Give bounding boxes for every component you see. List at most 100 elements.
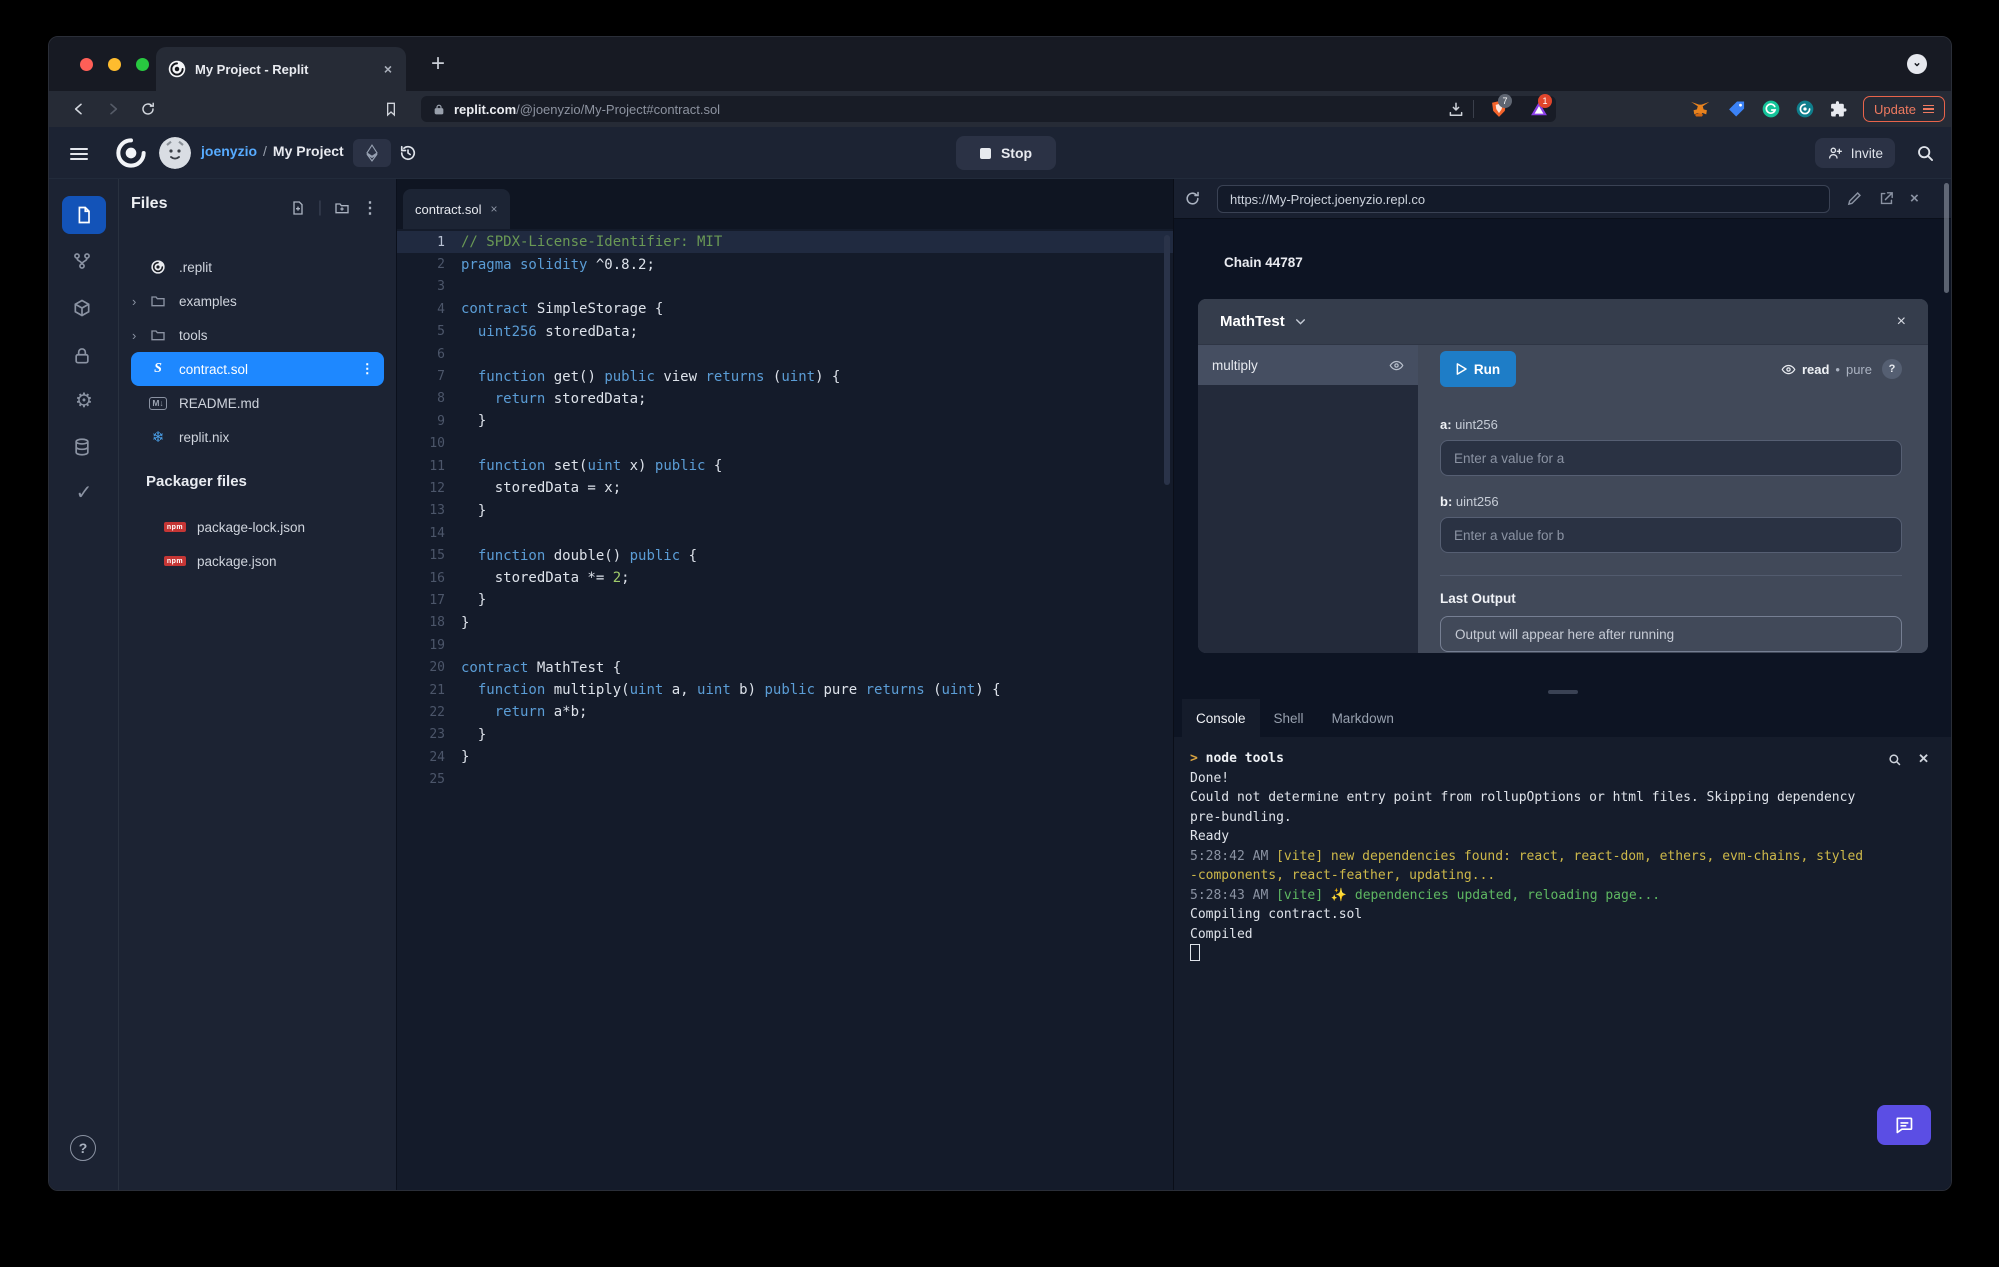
browser-update-button[interactable]: Update <box>1863 96 1945 122</box>
tag-extension-icon[interactable] <box>1727 99 1745 117</box>
chevron-down-icon[interactable] <box>1294 315 1307 328</box>
new-folder-icon[interactable] <box>334 200 350 216</box>
reload-icon[interactable] <box>140 101 156 117</box>
breadcrumb[interactable]: joenyzio / My Project <box>201 143 344 159</box>
code-line[interactable]: 5 uint256 storedData; <box>397 321 1173 343</box>
console-tab-shell[interactable]: Shell <box>1260 699 1318 737</box>
code-lines[interactable]: 1// SPDX-License-Identifier: MIT 2 pragma … <box>397 231 1173 791</box>
zoom-window-button[interactable] <box>136 58 149 71</box>
webview-edit-pencil-icon[interactable] <box>1846 190 1863 207</box>
code-line[interactable]: 10 <box>397 433 1173 455</box>
file-item-package-lock-json[interactable]: npm package-lock.json <box>131 510 384 544</box>
new-tab-button[interactable]: + <box>431 49 445 79</box>
webview-reload-icon[interactable] <box>1184 190 1201 207</box>
code-line[interactable]: 23 } <box>397 724 1173 746</box>
code-line[interactable]: 6 <box>397 343 1173 365</box>
code-line[interactable]: 8 return storedData; <box>397 388 1173 410</box>
grammarly-extension-icon[interactable] <box>1761 99 1780 118</box>
close-window-button[interactable] <box>80 58 93 71</box>
code-line[interactable]: 11 function set(uint x) public { <box>397 455 1173 477</box>
code-line[interactable]: 1// SPDX-License-Identifier: MIT <box>397 231 1173 254</box>
rail-item-packages[interactable] <box>72 298 96 322</box>
chat-fab[interactable] <box>1877 1105 1931 1145</box>
code-line[interactable]: 13 } <box>397 500 1173 522</box>
param-a-input[interactable] <box>1440 440 1902 476</box>
editor-tab-close-icon[interactable]: × <box>490 202 497 216</box>
webview-close-icon[interactable]: × <box>1910 190 1927 207</box>
contract-name[interactable]: MathTest <box>1220 313 1285 330</box>
code-line[interactable]: 3 <box>397 276 1173 298</box>
forward-icon[interactable] <box>105 101 121 117</box>
breadcrumb-project[interactable]: My Project <box>273 143 344 159</box>
replit-extension-icon[interactable] <box>1795 99 1814 118</box>
code-line[interactable]: 15 function double() public { <box>397 544 1173 566</box>
rail-item-secrets[interactable] <box>72 346 96 370</box>
console-tab-console[interactable]: Console <box>1182 699 1260 737</box>
file-item-tools[interactable]: › tools <box>131 318 384 352</box>
rail-item-checks-icon[interactable]: ✓ <box>72 481 96 505</box>
file-item-contract-sol[interactable]: Scontract.sol ⋮ <box>131 352 384 386</box>
file-item-replit-nix[interactable]: ❄ replit.nix <box>131 420 384 454</box>
page-scrollbar[interactable] <box>1944 183 1949 293</box>
hamburger-menu-icon[interactable] <box>70 145 88 163</box>
file-menu-kebab-icon[interactable]: ⋮ <box>361 361 375 377</box>
file-item-readme-md[interactable]: M↓ README.md <box>131 386 384 420</box>
tab-search-button[interactable]: ⌄ <box>1907 54 1927 74</box>
rail-item-files[interactable] <box>62 196 106 234</box>
code-line[interactable]: 2 pragma solidity ^0.8.2; <box>397 253 1173 275</box>
run-button[interactable]: Run <box>1440 351 1516 387</box>
help-button[interactable]: ? <box>70 1135 96 1161</box>
invite-button[interactable]: Invite <box>1814 138 1895 168</box>
webview-open-external-icon[interactable] <box>1878 190 1895 207</box>
editor-scrollbar[interactable] <box>1164 235 1170 485</box>
code-line[interactable]: 14 <box>397 522 1173 544</box>
file-item-examples[interactable]: › examples <box>131 284 384 318</box>
code-line[interactable]: 9 } <box>397 410 1173 432</box>
address-bar[interactable]: replit.com/@joenyzio/My-Project#contract… <box>421 96 1556 122</box>
code-line[interactable]: 18} <box>397 612 1173 634</box>
file-item-package-json[interactable]: npm package.json <box>131 544 384 578</box>
console-output[interactable]: > node tools Done! Could not determine ent… <box>1174 737 1951 1190</box>
extensions-puzzle-icon[interactable] <box>1829 99 1847 117</box>
history-icon[interactable] <box>398 143 418 163</box>
brave-rewards-icon[interactable]: 1 <box>1529 94 1552 116</box>
file-item--replit[interactable]: .replit <box>131 250 384 284</box>
pane-resize-handle[interactable] <box>1547 690 1578 694</box>
code-line[interactable]: 17 } <box>397 589 1173 611</box>
code-line[interactable]: 4 contract SimpleStorage { <box>397 298 1173 320</box>
rail-item-settings-gear-icon[interactable]: ⚙ <box>72 389 96 413</box>
save-page-icon[interactable] <box>1447 101 1463 117</box>
ethereum-badge[interactable] <box>353 139 391 167</box>
brave-shield-icon[interactable]: 7 <box>1489 94 1512 117</box>
chevron-right-icon[interactable]: › <box>132 294 136 309</box>
console-clear-icon[interactable]: ✕ <box>1918 751 1929 767</box>
search-icon[interactable] <box>1915 143 1935 163</box>
code-line[interactable]: 16 storedData *= 2; <box>397 567 1173 589</box>
code-line[interactable]: 19 <box>397 634 1173 656</box>
code-line[interactable]: 25 <box>397 768 1173 790</box>
editor-tab-contract-sol[interactable]: contract.sol × <box>403 189 510 229</box>
code-line[interactable]: 20 contract MathTest { <box>397 656 1173 678</box>
browser-tab[interactable]: My Project - Replit × <box>156 47 406 91</box>
webview-url-input[interactable] <box>1217 185 1830 213</box>
minimize-window-button[interactable] <box>108 58 121 71</box>
metamask-extension-icon[interactable] <box>1689 99 1709 117</box>
files-menu-kebab-icon[interactable]: ⋮ <box>362 198 378 218</box>
code-line[interactable]: 24} <box>397 746 1173 768</box>
code-line[interactable]: 12 storedData = x; <box>397 477 1173 499</box>
rail-item-version-control[interactable] <box>72 251 96 275</box>
console-search-icon[interactable] <box>1887 752 1902 767</box>
code-line[interactable]: 7 function get() public view returns (ui… <box>397 365 1173 387</box>
rail-item-database[interactable] <box>72 437 96 461</box>
user-avatar[interactable] <box>159 137 191 169</box>
new-file-icon[interactable] <box>290 200 306 216</box>
close-tab-icon[interactable]: × <box>382 61 394 77</box>
code-line[interactable]: 21 function multiply(uint a, uint b) pub… <box>397 679 1173 701</box>
code-line[interactable]: 22 return a*b; <box>397 701 1173 723</box>
help-chip[interactable]: ? <box>1882 359 1902 379</box>
bookmark-sidebar-icon[interactable] <box>383 101 399 117</box>
function-item-multiply[interactable]: multiply <box>1198 345 1418 385</box>
breadcrumb-username[interactable]: joenyzio <box>201 143 257 159</box>
stop-button[interactable]: Stop <box>956 136 1056 170</box>
replit-logo-icon[interactable] <box>115 137 147 169</box>
